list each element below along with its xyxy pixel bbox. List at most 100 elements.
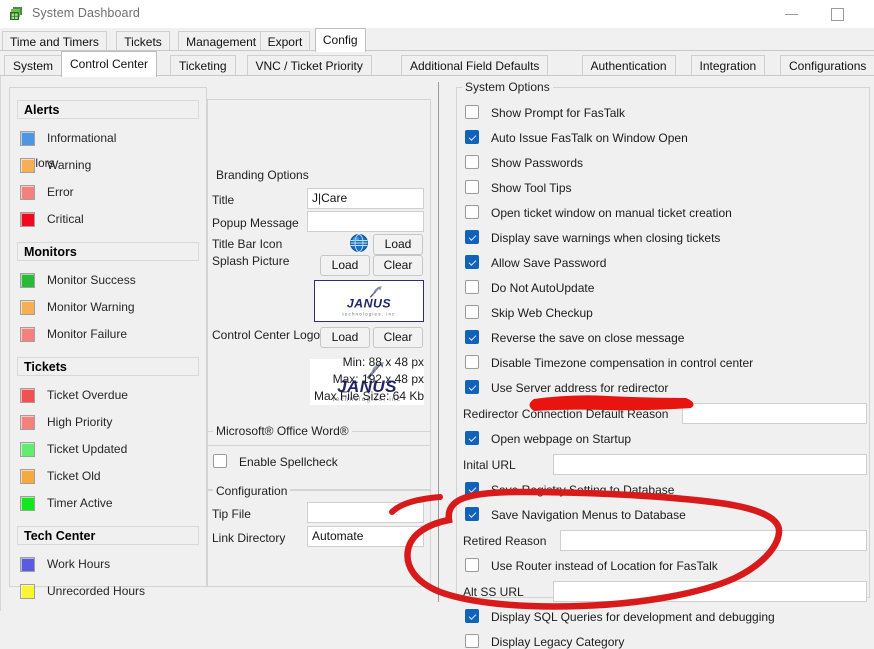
- primary-tab-config[interactable]: Config: [315, 28, 366, 52]
- checkbox-display-sql-queries-for-development-and-debugging[interactable]: [465, 609, 479, 623]
- color-label-warning: Warning: [47, 158, 91, 172]
- checkbox-save-registry-setting-to-database[interactable]: [465, 482, 479, 496]
- checkbox-label-auto-issue-fastalk-on-window-open: Auto Issue FasTalk on Window Open: [491, 131, 688, 145]
- secondary-tab-strip: SystemControl Center Ticketing VNC / Ticke…: [0, 51, 874, 76]
- color-label-ticket-updated: Ticket Updated: [47, 442, 127, 456]
- checkbox-label-show-tool-tips: Show Tool Tips: [491, 181, 572, 195]
- field-input-alt-ss-url[interactable]: [553, 581, 867, 602]
- tip-file-input[interactable]: [307, 502, 424, 523]
- color-swatch-informational[interactable]: [20, 131, 35, 146]
- secondary-tab-system[interactable]: System: [4, 55, 62, 76]
- color-swatch-work-hours[interactable]: [20, 557, 35, 572]
- secondary-tab-control-center[interactable]: Control Center: [61, 51, 157, 77]
- checkbox-allow-save-password[interactable]: [465, 255, 479, 269]
- checkbox-save-navigation-menus-to-database[interactable]: [465, 507, 479, 521]
- word-group-title: Microsoft® Office Word®: [213, 424, 352, 438]
- tab-label: Configurations: [789, 59, 866, 73]
- svg-text:JANUS: JANUS: [347, 297, 392, 311]
- secondary-tab-ticketing[interactable]: Ticketing: [170, 55, 236, 76]
- checkbox-label-do-not-autoupdate: Do Not AutoUpdate: [491, 281, 594, 295]
- color-swatch-warning[interactable]: [20, 158, 35, 173]
- app-windows-icon: [9, 6, 25, 22]
- color-swatch-critical[interactable]: [20, 212, 35, 227]
- field-input-inital-url[interactable]: [553, 454, 867, 475]
- logo-load-button[interactable]: Load: [320, 327, 370, 348]
- color-label-work-hours: Work Hours: [47, 557, 110, 571]
- field-label-alt-ss-url: Alt SS URL: [463, 585, 524, 599]
- primary-tab-time-and-timers[interactable]: Time and Timers: [2, 31, 107, 51]
- checkbox-skip-web-checkup[interactable]: [465, 305, 479, 319]
- panel-splitter[interactable]: [438, 82, 439, 602]
- title-bar-icon-label: Title Bar Icon: [212, 237, 282, 251]
- color-swatch-ticket-overdue[interactable]: [20, 388, 35, 403]
- title-field-label: Title: [212, 193, 234, 207]
- color-section-header-monitors: Monitors: [17, 242, 199, 261]
- color-swatch-ticket-updated[interactable]: [20, 442, 35, 457]
- maximize-button[interactable]: [815, 0, 861, 28]
- checkbox-show-prompt-for-fastalk[interactable]: [465, 105, 479, 119]
- color-swatch-monitor-success[interactable]: [20, 273, 35, 288]
- popup-message-input[interactable]: [307, 211, 424, 232]
- secondary-tab-authentication[interactable]: Authentication: [582, 55, 676, 76]
- secondary-tab-vnc-ticket-priority[interactable]: VNC / Ticket Priority: [247, 55, 372, 76]
- checkbox-use-server-address-for-redirector[interactable]: [465, 380, 479, 394]
- checkbox-label-skip-web-checkup: Skip Web Checkup: [491, 306, 593, 320]
- checkbox-label-allow-save-password: Allow Save Password: [491, 256, 606, 270]
- color-swatch-unrecorded-hours[interactable]: [20, 584, 35, 599]
- field-input-retired-reason[interactable]: [560, 530, 867, 551]
- control-center-logo-label: Control Center Logo: [212, 328, 320, 342]
- color-swatch-monitor-failure[interactable]: [20, 327, 35, 342]
- checkbox-display-save-warnings-when-closing-tickets[interactable]: [465, 230, 479, 244]
- checkbox-open-ticket-window-on-manual-ticket-creation[interactable]: [465, 205, 479, 219]
- checkbox-open-webpage-on-startup[interactable]: [465, 431, 479, 445]
- checkbox-disable-timezone-compensation-in-control-center[interactable]: [465, 355, 479, 369]
- color-swatch-error[interactable]: [20, 185, 35, 200]
- splash-clear-button[interactable]: Clear: [373, 255, 423, 276]
- checkbox-show-tool-tips[interactable]: [465, 180, 479, 194]
- checkbox-use-router-instead-of-location-for-fastalk[interactable]: [465, 558, 479, 572]
- primary-tab-export[interactable]: Export: [260, 31, 311, 51]
- secondary-tab-integration[interactable]: Integration: [691, 55, 766, 76]
- checkbox-auto-issue-fastalk-on-window-open[interactable]: [465, 130, 479, 144]
- color-label-timer-active: Timer Active: [47, 496, 113, 510]
- checkbox-label-show-passwords: Show Passwords: [491, 156, 583, 170]
- checkbox-label-display-sql-queries-for-development-and-debugging: Display SQL Queries for development and …: [491, 610, 775, 624]
- enable-spellcheck-checkbox[interactable]: [213, 454, 227, 468]
- secondary-tab-configurations[interactable]: Configurations: [780, 55, 874, 76]
- color-section-header-alerts: Alerts: [17, 100, 199, 119]
- checkbox-show-passwords[interactable]: [465, 155, 479, 169]
- tab-label: Additional Field Defaults: [410, 59, 539, 73]
- title-input[interactable]: J|Care: [307, 188, 424, 209]
- checkbox-label-display-legacy-category: Display Legacy Category: [491, 635, 624, 649]
- tab-label: Time and Timers: [10, 35, 99, 49]
- logo-clear-button[interactable]: Clear: [373, 327, 423, 348]
- link-directory-input[interactable]: Automate: [307, 526, 424, 547]
- checkbox-do-not-autoupdate[interactable]: [465, 280, 479, 294]
- application-window: System Dashboard Time and TimersTicketsM…: [0, 0, 874, 611]
- color-section-header-tickets: Tickets: [17, 357, 199, 376]
- splash-load-button[interactable]: Load: [320, 255, 370, 276]
- color-swatch-high-priority[interactable]: [20, 415, 35, 430]
- color-label-unrecorded-hours: Unrecorded Hours: [47, 584, 145, 598]
- minimize-icon: [785, 14, 798, 15]
- color-swatch-monitor-warning[interactable]: [20, 300, 35, 315]
- checkbox-reverse-the-save-on-close-message[interactable]: [465, 330, 479, 344]
- tab-label: VNC / Ticket Priority: [256, 59, 363, 73]
- checkbox-display-legacy-category[interactable]: [465, 634, 479, 648]
- checkbox-label-show-prompt-for-fastalk: Show Prompt for FasTalk: [491, 106, 625, 120]
- color-swatch-ticket-old[interactable]: [20, 469, 35, 484]
- field-input-redirector-connection-default-reason[interactable]: [682, 403, 867, 424]
- primary-tab-management[interactable]: Management: [178, 31, 264, 51]
- secondary-tab-additional-field-defaults[interactable]: Additional Field Defaults: [401, 55, 548, 76]
- primary-tab-tickets[interactable]: Tickets: [116, 31, 170, 51]
- enable-spellcheck-label: Enable Spellcheck: [239, 455, 338, 469]
- minimize-button[interactable]: [769, 0, 815, 28]
- checkbox-label-open-webpage-on-startup: Open webpage on Startup: [491, 432, 631, 446]
- field-label-inital-url: Inital URL: [463, 458, 516, 472]
- color-label-monitor-failure: Monitor Failure: [47, 327, 127, 341]
- color-swatch-timer-active[interactable]: [20, 496, 35, 511]
- title-bar-icon-load-button[interactable]: Load: [373, 234, 423, 255]
- logo-min-size-text: Min: 88 x 48 px: [254, 355, 424, 369]
- checkbox-label-open-ticket-window-on-manual-ticket-creation: Open ticket window on manual ticket crea…: [491, 206, 732, 220]
- checkbox-label-save-registry-setting-to-database: Save Registry Setting to Database: [491, 483, 674, 497]
